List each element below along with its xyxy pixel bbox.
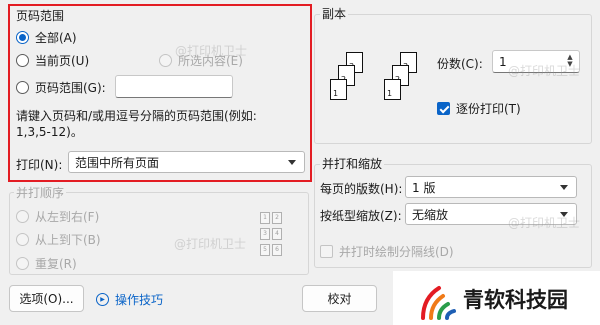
order-title: 并打顺序 (14, 184, 67, 201)
order-cell: 6 (272, 244, 282, 256)
radio-all-label: 全部(A) (35, 31, 77, 45)
radio-page-range[interactable]: 页码范围(G): (16, 79, 106, 96)
collate-checkbox[interactable]: 逐份打印(T) (437, 100, 521, 117)
scale-label: 按纸型缩放(Z): (320, 209, 402, 223)
order-preview-icon: 1 2 3 4 5 6 (256, 208, 296, 260)
radio-range-indicator[interactable] (16, 81, 29, 94)
per-sheet-label: 每页的版数(H): (320, 182, 403, 196)
radio-selection-indicator (159, 54, 172, 67)
radio-selection: 所选内容(E) (159, 52, 243, 69)
radio-current-label: 当前页(U) (35, 54, 90, 68)
radio-all-indicator[interactable] (16, 31, 29, 44)
proofread-button[interactable]: 校对 (302, 285, 377, 312)
copies-title: 副本 (320, 5, 349, 22)
radio-top-to-bottom: 从上到下(B) (16, 231, 101, 248)
copies-count-label: 份数(C): (437, 57, 483, 71)
divider-checkbox-indicator (320, 245, 333, 258)
copies-count-value: 1 (499, 54, 507, 69)
order-cell: 3 (260, 228, 270, 240)
radio-selection-label: 所选内容(E) (178, 54, 243, 68)
page-range-input[interactable] (115, 75, 233, 98)
radio-repeat-indicator (16, 257, 29, 270)
radio-ltr-indicator (16, 210, 29, 223)
copies-count-input[interactable]: 1 ▲ ▼ (492, 50, 580, 73)
spinner-icon[interactable]: ▲ ▼ (564, 54, 576, 69)
scaling-title: 并打和缩放 (320, 155, 385, 172)
radio-all[interactable]: 全部(A) (16, 29, 77, 46)
print-scope-value: 范围中所有页面 (75, 155, 160, 170)
page-range-title: 页码范围 (16, 9, 65, 23)
order-cell: 1 (260, 212, 270, 224)
radio-range-label: 页码范围(G): (35, 81, 106, 95)
radio-current-indicator[interactable] (16, 54, 29, 67)
print-scope-select[interactable]: 范围中所有页面 (68, 151, 305, 173)
play-circle-icon: ▶ (96, 293, 109, 306)
page-range-hint-1: 请键入页码和/或用逗号分隔的页码范围(例如: (16, 109, 257, 123)
order-cell: 2 (272, 212, 282, 224)
tips-link[interactable]: ▶ 操作技巧 (96, 291, 163, 308)
order-cell: 5 (260, 244, 270, 256)
per-sheet-select[interactable]: 1 版 (405, 176, 577, 198)
page-range-hint-2: 1,3,5-12)。 (16, 125, 83, 139)
collate-checkbox-indicator[interactable] (437, 102, 450, 115)
collated-pages-icon: 3 2 1 (322, 52, 384, 112)
scale-select[interactable]: 无缩放 (405, 203, 577, 225)
chevron-down-icon (288, 160, 296, 165)
order-cell: 4 (272, 228, 282, 240)
logo-text: 青软科技园 (463, 288, 568, 312)
radio-left-to-right: 从左到右(F) (16, 208, 99, 225)
logo-watermark: 青软科技园 (393, 271, 600, 325)
radio-repeat: 重复(R) (16, 255, 77, 272)
radio-current-page[interactable]: 当前页(U) (16, 52, 89, 69)
collated-pages-icon: 3 2 1 (376, 52, 438, 112)
chevron-down-icon (560, 185, 568, 190)
options-button[interactable]: 选项(O)... (9, 285, 84, 312)
logo-icon (421, 286, 456, 320)
chevron-down-icon (560, 212, 568, 217)
radio-ttb-indicator (16, 233, 29, 246)
print-label: 打印(N): (16, 158, 63, 172)
divider-checkbox: 并打时绘制分隔线(D) (320, 243, 454, 260)
